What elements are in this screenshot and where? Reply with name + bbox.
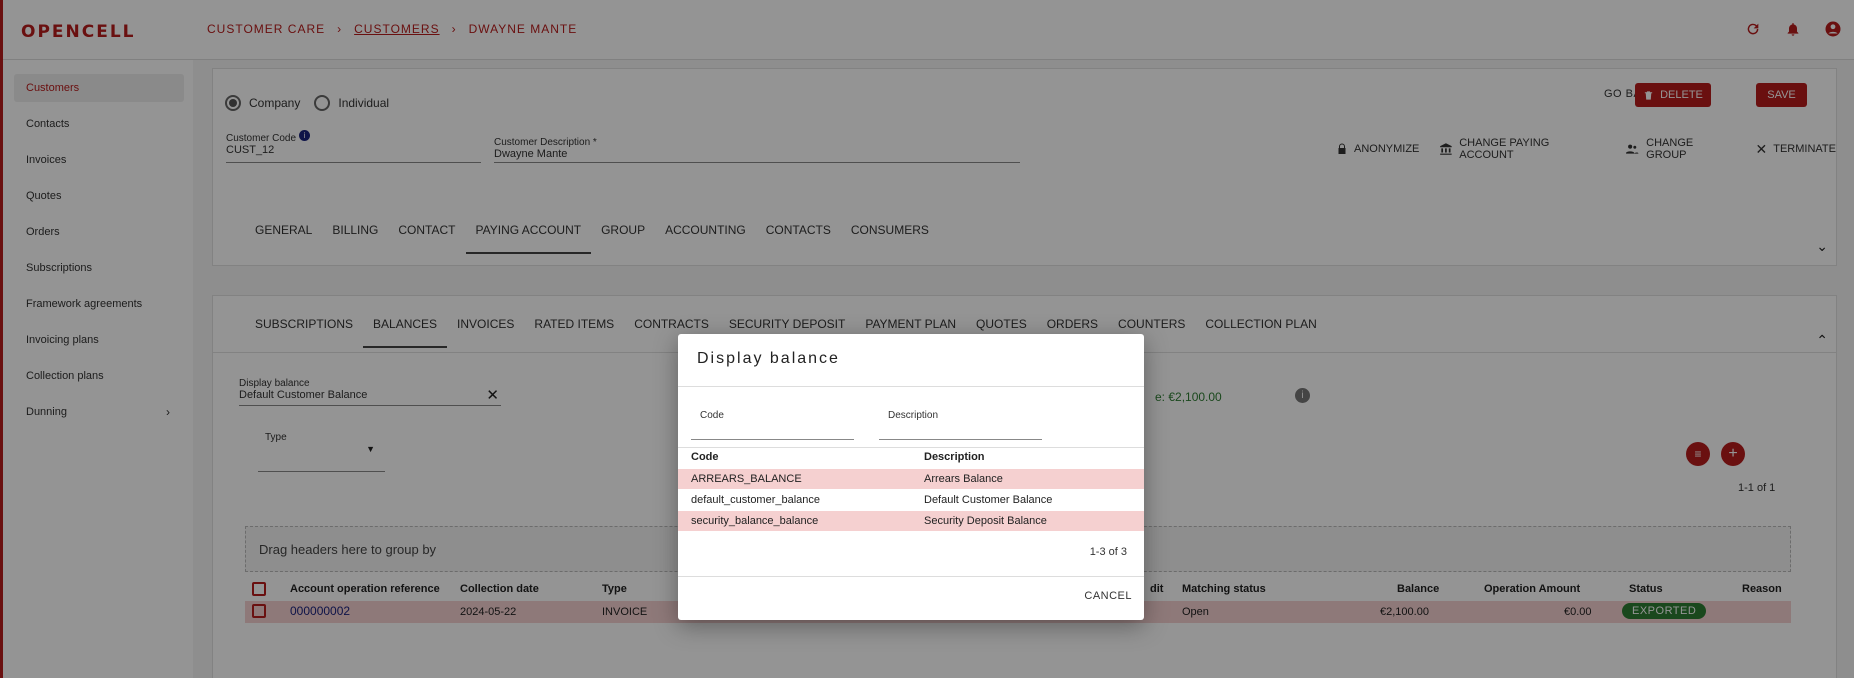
description-filter-label: Description: [888, 410, 939, 421]
dialog-divider: [678, 386, 1144, 387]
balance-option-description: Default Customer Balance: [924, 494, 1053, 506]
code-filter-label: Code: [700, 410, 724, 421]
cancel-button[interactable]: CANCEL: [1084, 590, 1132, 602]
balance-option-code: security_balance_balance: [691, 515, 819, 527]
balance-option-row[interactable]: ARREARS_BALANCE Arrears Balance: [678, 469, 1144, 489]
balance-option-row[interactable]: default_customer_balance Default Custome…: [678, 490, 1144, 510]
dialog-col-code[interactable]: Code: [691, 451, 719, 463]
dialog-pager: 1-3 of 3: [1089, 546, 1127, 558]
dialog-col-description[interactable]: Description: [924, 451, 985, 463]
balance-option-row[interactable]: security_balance_balance Security Deposi…: [678, 511, 1144, 531]
description-filter-input[interactable]: Description: [879, 410, 1042, 440]
code-filter-input[interactable]: Code: [691, 410, 854, 440]
dialog-divider: [678, 576, 1144, 577]
balance-option-description: Security Deposit Balance: [924, 515, 1047, 527]
balance-option-code: default_customer_balance: [691, 494, 821, 506]
dialog-divider: [678, 447, 1144, 448]
dialog-title: Display balance: [697, 350, 840, 367]
balance-option-code: ARREARS_BALANCE: [691, 473, 802, 485]
balance-option-description: Arrears Balance: [924, 473, 1003, 485]
display-balance-dialog: Display balance Code Description Code De…: [678, 334, 1144, 620]
